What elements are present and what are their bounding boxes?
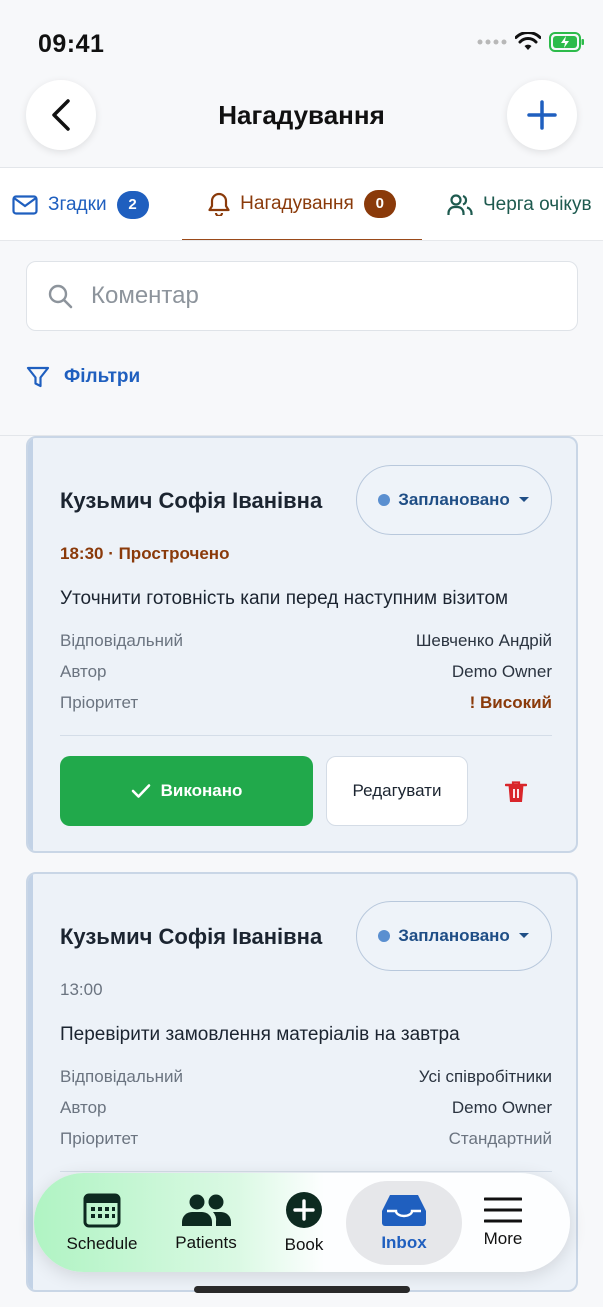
tab-waiting-queue-label: Черга очікув [483,193,592,215]
tabbar-patients-label: Patients [175,1232,237,1252]
tabbar-inbox[interactable]: Inbox [346,1173,462,1272]
tab-mentions-label: Згадки [48,193,107,215]
meta-row-responsible: Відповідальний Усі співробітники [60,1067,552,1087]
meta-label: Пріоритет [60,693,139,712]
inbox-icon [382,1194,426,1226]
meta-value: Усі співробітники [418,1067,552,1086]
mark-done-label: Виконано [160,781,243,800]
bottom-tab-bar: Schedule Patients Book Inbox More [34,1173,570,1272]
status-dot-icon [378,930,391,942]
delete-button[interactable] [496,772,536,812]
tabbar-book-label: Book [284,1234,324,1254]
signal-icon [477,39,507,45]
meta-row-author: Автор Demo Owner [60,1098,552,1118]
nav-header: Нагадування [0,78,603,168]
tab-waiting-queue[interactable]: Черга очікув [447,168,592,240]
filter-icon [26,366,50,388]
reminder-time: 13:00 [60,980,103,999]
tabbar-more[interactable]: More [466,1173,540,1272]
edit-button[interactable]: Редагувати [326,756,468,826]
tabbar-patients[interactable]: Patients [162,1173,250,1272]
bell-icon [208,192,230,216]
priority-value: ! Високий [469,693,552,712]
trash-icon [505,781,527,802]
meta-row-author: Автор Demo Owner [60,662,552,682]
check-icon [131,784,150,798]
caret-down-icon [518,497,529,502]
tabbar-more-label: More [483,1228,523,1248]
plus-circle-icon [286,1191,322,1228]
status-dot-icon [378,494,391,506]
people-icon [182,1194,231,1226]
tab-mentions-badge: 2 [116,190,149,219]
edit-label: Редагувати [352,781,442,800]
plus-icon [527,100,557,130]
wifi-icon [515,32,541,50]
status-label: Заплановано [398,926,510,945]
tabbar-schedule[interactable]: Schedule [56,1173,148,1272]
mark-done-button[interactable]: Виконано [60,756,313,826]
search-icon [48,284,73,309]
reminder-text: Перевірити замовлення матеріалів на завт… [60,1024,460,1045]
inbox-tabs: Згадки 2 Нагадування 0 Черга очікув [0,168,603,241]
status-dropdown[interactable]: Заплановано [356,901,552,971]
tabbar-schedule-label: Schedule [66,1233,138,1253]
meta-label: Відповідальний [60,631,184,650]
home-indicator [194,1286,410,1293]
meta-value: Demo Owner [451,1098,552,1117]
mail-icon [12,194,38,215]
status-dropdown[interactable]: Заплановано [356,465,552,535]
filters-label: Фільтри [64,366,141,387]
menu-icon [484,1197,522,1222]
filters-button[interactable]: Фільтри [26,365,140,389]
meta-label: Автор [60,1098,107,1117]
search-input[interactable] [91,282,551,310]
tab-reminders-label: Нагадування [240,192,354,214]
tabbar-inbox-label: Inbox [381,1232,427,1252]
status-label: Заплановано [398,490,510,509]
status-time: 09:41 [38,30,105,58]
search-box [26,261,578,331]
add-reminder-button[interactable] [507,80,577,150]
meta-label: Відповідальний [60,1067,184,1086]
calendar-icon [83,1193,121,1227]
caret-down-icon [518,933,529,938]
battery-charging-icon [549,32,584,52]
reminder-card: Кузьмич Софія Іванівна Заплановано 18:30… [26,436,578,853]
meta-row-priority: Пріоритет Стандартний [60,1129,552,1149]
meta-row-priority: Пріоритет ! Високий [60,693,552,713]
meta-row-responsible: Відповідальний Шевченко Андрій [60,631,552,651]
reminder-text: Уточнити готовність капи перед наступним… [60,588,509,609]
users-icon [447,193,473,215]
tabbar-book[interactable]: Book [266,1173,342,1272]
status-bar: 09:41 [0,0,603,80]
reminder-time: 18:30 · Прострочено [60,544,230,563]
card-divider [60,1171,552,1172]
patient-name: Кузьмич Софія Іванівна [60,488,323,513]
meta-value: Шевченко Андрій [415,631,552,650]
tab-reminders[interactable]: Нагадування 0 [182,168,422,240]
patient-name: Кузьмич Софія Іванівна [60,924,323,949]
tab-reminders-badge: 0 [363,189,396,218]
priority-value: Стандартний [448,1129,552,1148]
tab-mentions[interactable]: Згадки 2 [12,168,149,240]
meta-value: Demo Owner [451,662,552,681]
status-icons [477,32,585,52]
card-divider [60,735,552,736]
meta-label: Пріоритет [60,1129,139,1148]
meta-label: Автор [60,662,107,681]
